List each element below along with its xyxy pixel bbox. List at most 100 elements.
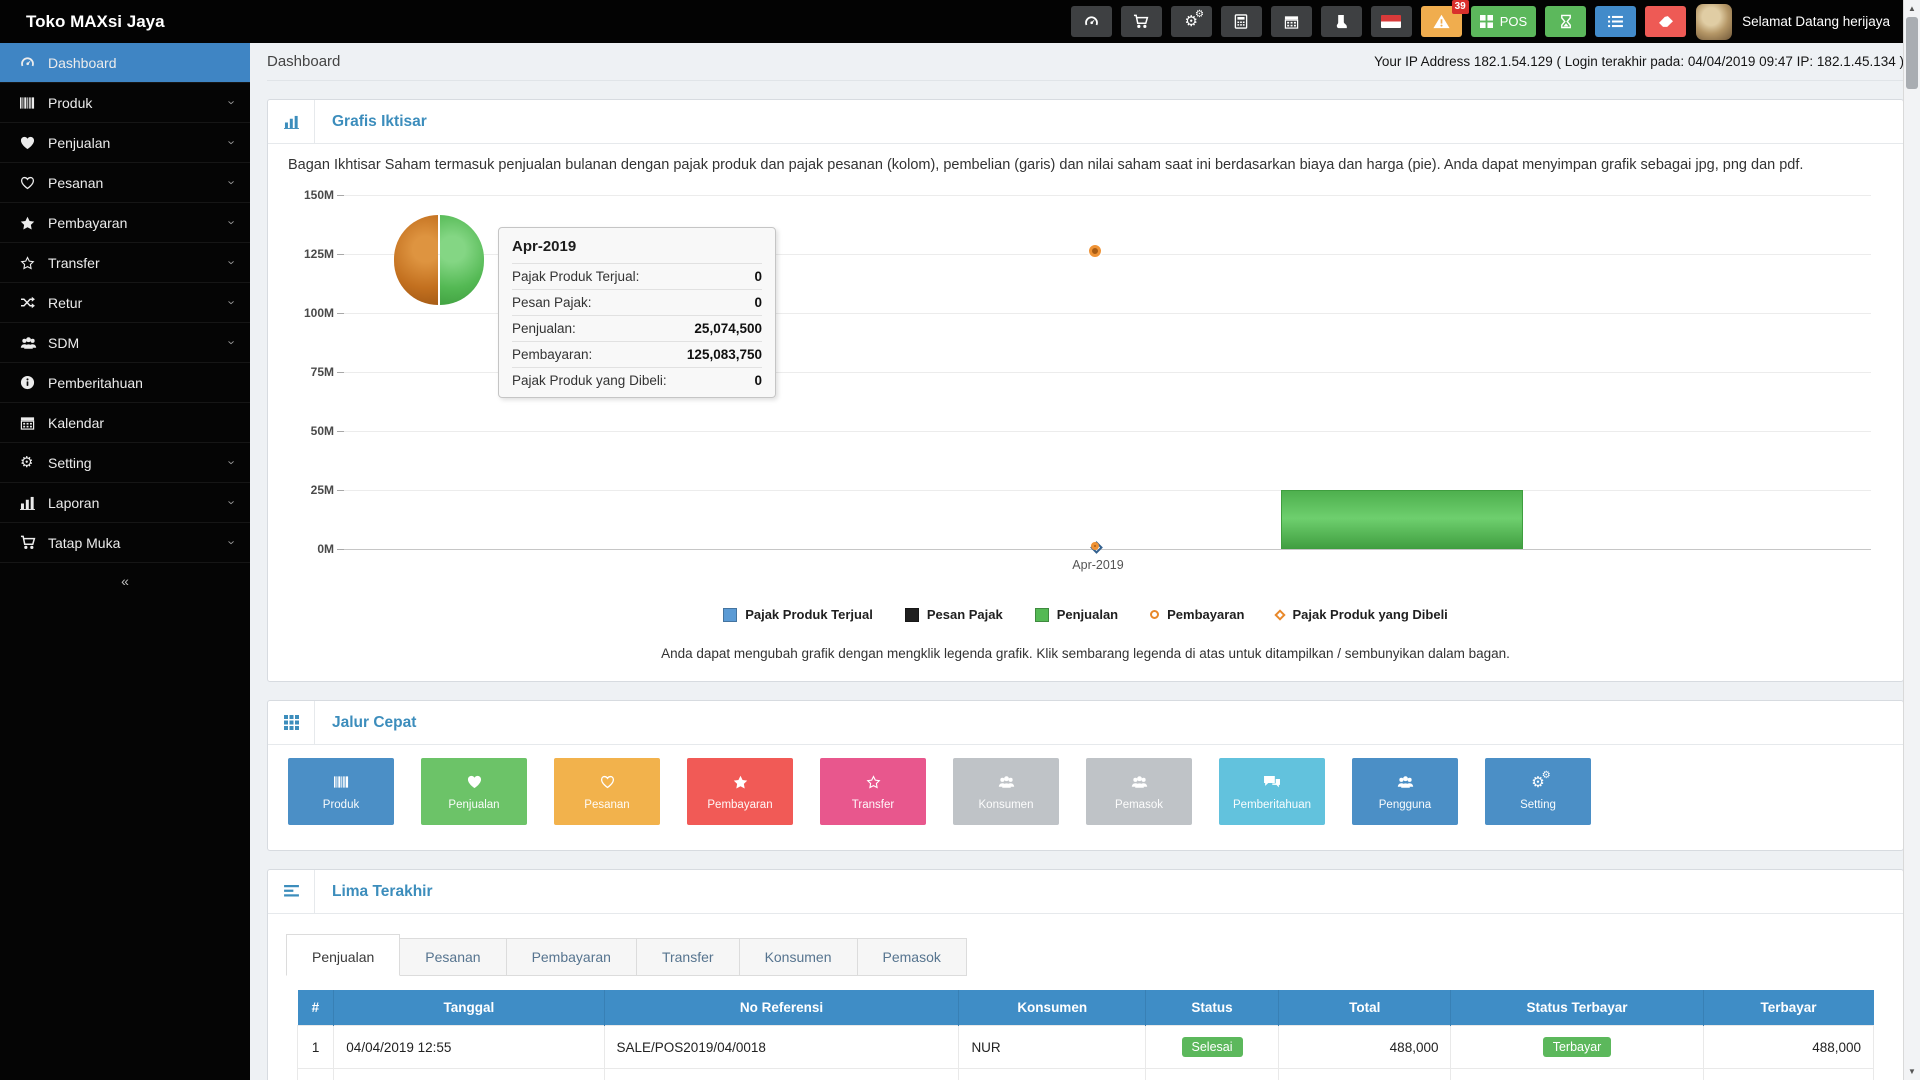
dashboard-button[interactable] — [1071, 6, 1112, 37]
legend-label: Pajak Produk yang Dibeli — [1292, 607, 1447, 622]
scroll-thumb[interactable] — [1906, 17, 1918, 89]
sidebar-item-label: Pesanan — [48, 175, 103, 191]
calculator-button[interactable] — [1221, 6, 1262, 37]
column-header: # — [298, 990, 334, 1026]
sidebar-item-dashboard[interactable]: Dashboard — [0, 43, 250, 83]
tooltip-row: Pajak Produk Terjual:0 — [512, 263, 762, 289]
tooltip-row: Penjualan:25,074,500 — [512, 315, 762, 341]
quick-link-transfer[interactable]: Transfer — [820, 758, 926, 825]
quick-link-pengguna[interactable]: Pengguna — [1352, 758, 1458, 825]
table-cell: NUR — [959, 1026, 1146, 1069]
cogs-icon: ⚙⚙ — [1531, 775, 1544, 790]
sidebar-item-pemberitahuan[interactable]: Pemberitahuan — [0, 363, 250, 403]
tab-transfer[interactable]: Transfer — [637, 938, 740, 976]
notifications-button[interactable]: 39 — [1421, 6, 1462, 37]
overview-chart[interactable]: 150M125M100M75M50M25M0MApr-2019Pajak Pro… — [288, 185, 1883, 593]
transactions-button[interactable] — [1595, 6, 1636, 37]
legend-item[interactable]: Pajak Produk Terjual — [723, 607, 873, 622]
legend-item[interactable]: Pajak Produk yang Dibeli — [1276, 607, 1447, 622]
legend-label: Pajak Produk Terjual — [745, 607, 873, 622]
clear-button[interactable] — [1645, 6, 1686, 37]
quick-link-produk[interactable]: Produk — [288, 758, 394, 825]
users-icon — [998, 775, 1015, 789]
quick-link-label: Setting — [1520, 799, 1556, 811]
sidebar-item-pembayaran[interactable]: Pembayaran› — [0, 203, 250, 243]
scroll-up-arrow[interactable]: ▲ — [1904, 0, 1920, 17]
sidebar-item-pesanan[interactable]: Pesanan› — [0, 163, 250, 203]
star-icon — [20, 216, 35, 230]
speedometer-icon — [1084, 14, 1099, 29]
pos-label: POS — [1500, 14, 1527, 29]
quick-link-pesanan[interactable]: Pesanan — [554, 758, 660, 825]
shuffle-icon — [20, 296, 35, 309]
star-outline-icon — [866, 775, 881, 789]
settings-button[interactable]: ⚙⚙ — [1171, 6, 1212, 37]
quicklinks-title: Jalur Cepat — [332, 714, 416, 732]
sidebar-item-produk[interactable]: Produk› — [0, 83, 250, 123]
penjualan-bar[interactable] — [1281, 490, 1523, 549]
pending-button[interactable] — [1545, 6, 1586, 37]
users-icon — [1131, 775, 1148, 789]
quick-link-pemasok[interactable]: Pemasok — [1086, 758, 1192, 825]
hourglass-icon — [1560, 14, 1572, 29]
sidebar-item-retur[interactable]: Retur› — [0, 283, 250, 323]
legend-item[interactable]: Penjualan — [1035, 607, 1118, 622]
star-outline-icon — [20, 256, 35, 270]
apparel-button[interactable] — [1321, 6, 1362, 37]
quick-link-penjualan[interactable]: Penjualan — [421, 758, 527, 825]
table-cell: 488,000 — [1279, 1026, 1451, 1069]
sidebar-item-label: Pembayaran — [48, 215, 127, 231]
legend-item[interactable]: Pembayaran — [1150, 607, 1244, 622]
quick-link-label: Pemasok — [1115, 799, 1163, 811]
tab-konsumen[interactable]: Konsumen — [740, 938, 858, 976]
tab-pemasok[interactable]: Pemasok — [858, 938, 967, 976]
sidebar-item-kalendar[interactable]: Kalendar — [0, 403, 250, 443]
pos-button[interactable]: POS — [1471, 6, 1536, 37]
sidebar-item-laporan[interactable]: Laporan› — [0, 483, 250, 523]
tooltip-title: Apr-2019 — [512, 238, 762, 255]
language-indonesia-button[interactable] — [1371, 6, 1412, 37]
chevron-down-icon: › — [224, 500, 239, 504]
sidebar-item-sdm[interactable]: SDM› — [0, 323, 250, 363]
y-axis-tick-label: 125M — [288, 247, 334, 261]
tab-penjualan[interactable]: Penjualan — [286, 934, 400, 976]
sidebar-item-penjualan[interactable]: Penjualan› — [0, 123, 250, 163]
quick-link-label: Pesanan — [584, 799, 629, 811]
sidebar-item-transfer[interactable]: Transfer› — [0, 243, 250, 283]
legend-swatch — [905, 608, 919, 622]
tooltip-row: Pesan Pajak:0 — [512, 289, 762, 315]
zero-value-marker[interactable] — [1091, 542, 1099, 550]
quick-link-pemberitahuan[interactable]: Pemberitahuan — [1219, 758, 1325, 825]
sidebar-item-label: Retur — [48, 295, 82, 311]
tab-pembayaran[interactable]: Pembayaran — [507, 938, 637, 976]
sidebar-item-label: Setting — [48, 455, 92, 471]
table-row-partial — [298, 1069, 1874, 1080]
scrollbar[interactable]: ▲ ▼ — [1903, 0, 1920, 1080]
avatar[interactable] — [1696, 4, 1732, 40]
boot-icon — [1334, 14, 1348, 29]
overview-description: Bagan Ikhtisar Saham termasuk penjualan … — [288, 157, 1883, 173]
calendar-button[interactable] — [1271, 6, 1312, 37]
pos-cart-button[interactable] — [1121, 6, 1162, 37]
quick-link-label: Konsumen — [979, 799, 1034, 811]
legend-item[interactable]: Pesan Pajak — [905, 607, 1003, 622]
status-badge: Terbayar — [1543, 1037, 1612, 1057]
sidebar-item-setting[interactable]: ⚙Setting› — [0, 443, 250, 483]
sidebar-collapse-button[interactable]: « — [0, 563, 250, 599]
quicklinks-panel-header: Jalur Cepat — [268, 701, 1903, 745]
table-cell — [1451, 1069, 1703, 1080]
quick-link-pembayaran[interactable]: Pembayaran — [687, 758, 793, 825]
quicklinks-panel: Jalur Cepat Produk Penjualan Pesanan Pembay… — [267, 700, 1904, 851]
sidebar-item-tatap-muka[interactable]: Tatap Muka› — [0, 523, 250, 563]
pembayaran-marker[interactable] — [1089, 245, 1101, 257]
scroll-down-arrow[interactable]: ▼ — [1904, 1063, 1920, 1080]
y-tick-mark — [337, 313, 344, 314]
table-cell — [334, 1069, 604, 1080]
chevron-down-icon: › — [224, 340, 239, 344]
quick-link-konsumen[interactable]: Konsumen — [953, 758, 1059, 825]
y-tick-mark — [337, 195, 344, 196]
chart-note: Anda dapat mengubah grafik dengan mengkl… — [288, 646, 1883, 661]
legend-label: Pesan Pajak — [927, 607, 1003, 622]
tab-pesanan[interactable]: Pesanan — [400, 938, 506, 976]
quick-link-setting[interactable]: ⚙⚙ Setting — [1485, 758, 1591, 825]
